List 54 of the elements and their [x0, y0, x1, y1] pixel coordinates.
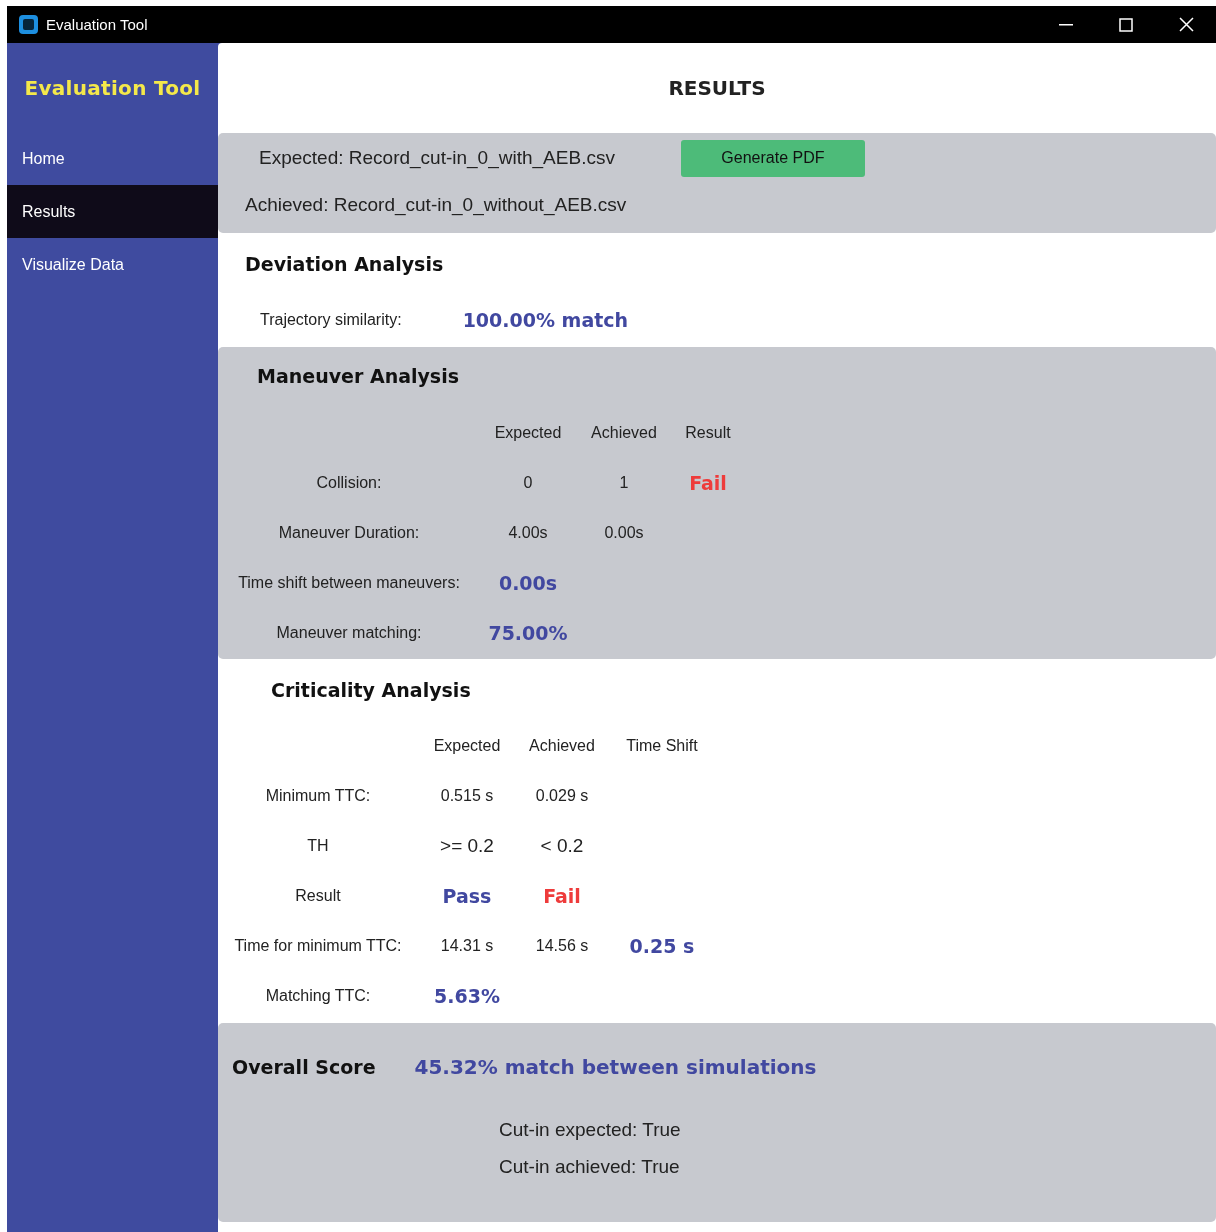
table-cell: 5.63%: [434, 985, 500, 1007]
table-cell: 1: [619, 474, 629, 492]
table-cell: < 0.2: [540, 835, 584, 857]
row-label: Maneuver Duration:: [278, 524, 420, 542]
close-icon[interactable]: [1178, 17, 1194, 32]
section-heading: Overall Score: [232, 1056, 376, 1078]
cut-in-status: Cut-in achieved: True: [498, 1155, 681, 1179]
column-header: Achieved: [591, 424, 657, 442]
row-label: Result: [295, 887, 341, 905]
table-cell: 75.00%: [488, 622, 568, 644]
row-label: Time for minimum TTC:: [234, 937, 402, 955]
table-cell: 4.00s: [508, 524, 548, 542]
table-cell: 0.25 s: [629, 935, 695, 957]
sidebar-item[interactable]: Home: [7, 132, 218, 185]
row-label: Matching TTC:: [265, 987, 371, 1005]
table-cell: 14.56 s: [535, 937, 589, 955]
window-title: Evaluation Tool: [46, 16, 148, 33]
table-cell: 0.515 s: [440, 787, 494, 805]
row-label: Collision:: [316, 474, 382, 492]
cut-in-status: Cut-in expected: True: [498, 1118, 682, 1142]
row-label: Minimum TTC:: [265, 787, 371, 805]
app-title: Evaluation Tool: [23, 74, 202, 102]
section-heading: Maneuver Analysis: [256, 364, 460, 389]
expected-file: Expected: Record_cut-in_0_with_AEB.csv: [259, 147, 615, 169]
sidebar-item[interactable]: Visualize Data: [7, 238, 218, 291]
column-header: Time Shift: [626, 737, 698, 755]
table-cell: 14.31 s: [440, 937, 494, 955]
result-text: Pass: [442, 885, 492, 907]
table-cell: 0: [523, 474, 533, 492]
sidebar-item[interactable]: Results: [7, 185, 218, 238]
row-label: Trajectory similarity:: [260, 311, 402, 329]
row-label: Time shift between maneuvers:: [238, 574, 460, 592]
row-label: Maneuver matching:: [276, 624, 422, 642]
column-header: Expected: [433, 737, 501, 755]
table-cell: >= 0.2: [440, 835, 494, 857]
section-heading: Deviation Analysis: [244, 252, 445, 277]
maximize-icon[interactable]: [1119, 17, 1133, 32]
achieved-file: Achieved: Record_cut-in_0_without_AEB.csv: [244, 193, 628, 218]
row-label: TH: [307, 837, 329, 855]
section-heading: Criticality Analysis: [270, 678, 472, 703]
page-title: RESULTS: [667, 75, 767, 102]
column-header: Achieved: [529, 737, 595, 755]
minimize-icon[interactable]: [1059, 23, 1073, 26]
table-cell: 0.00s: [498, 572, 558, 594]
overall-score-value: 45.32% match between simulations: [414, 1055, 817, 1079]
similarity-value: 100.00% match: [462, 309, 629, 331]
result-text: Fail: [689, 472, 727, 494]
column-header: Expected: [494, 424, 562, 442]
result-text: Fail: [543, 885, 581, 907]
app-icon: [19, 15, 38, 34]
table-cell: 0.029 s: [535, 787, 589, 805]
column-header: Result: [685, 424, 731, 442]
table-cell: 0.00s: [604, 524, 644, 542]
generate-pdf-button[interactable]: Generate PDF: [680, 139, 865, 177]
